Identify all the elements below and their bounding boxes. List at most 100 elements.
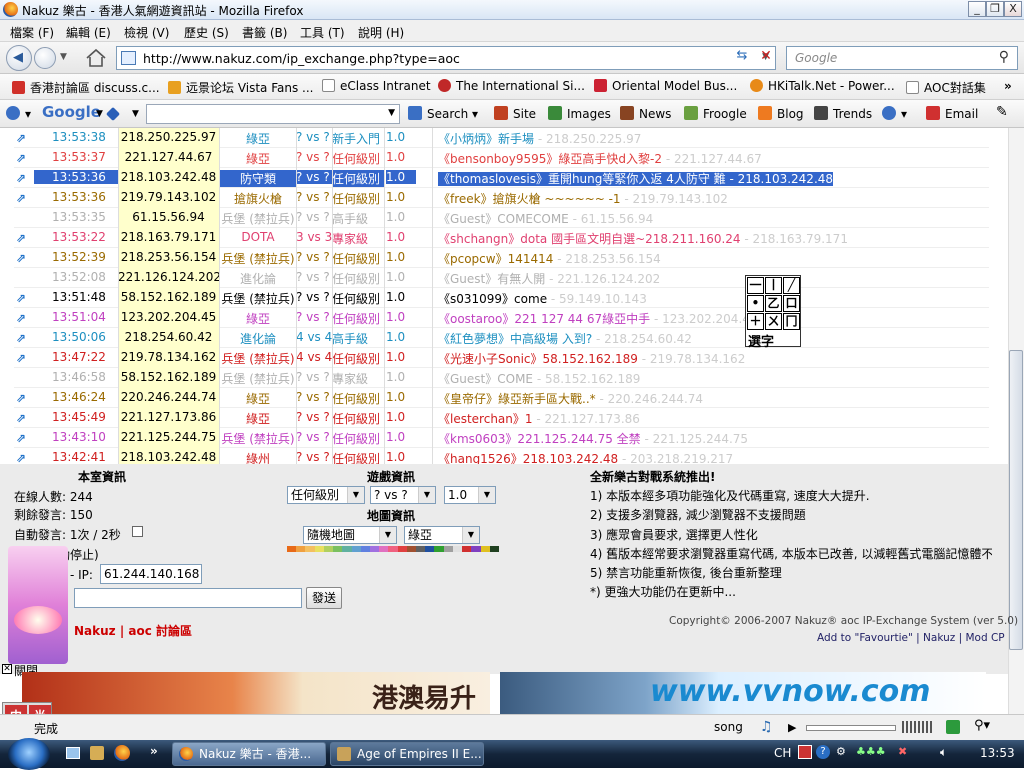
taskbar-firefox[interactable]: Nakuz 樂古 - 香港...	[172, 742, 326, 766]
table-row[interactable]: ⇗ 13:50:06 218.254.60.42 進化論 4 vs 4 高手級 1.0 《紅色…	[14, 328, 989, 348]
palette-swatch[interactable]	[406, 546, 417, 552]
info-icon[interactable]: ▾	[882, 106, 907, 121]
table-row[interactable]: ⇗ 13:51:04 123.202.204.45 綠亞 ? vs ? 任何級別 1.0 《o…	[14, 308, 989, 328]
palette-swatch[interactable]	[489, 546, 499, 552]
forward-button[interactable]	[34, 47, 56, 69]
home-button[interactable]	[84, 48, 108, 68]
diamond-icon[interactable]	[105, 106, 123, 122]
stroke-key[interactable]: 乙	[765, 295, 782, 312]
palette-swatch[interactable]	[296, 546, 306, 552]
network-error-icon[interactable]: ✖	[898, 745, 912, 759]
clock[interactable]: 13:53	[980, 746, 1015, 760]
bookmark-hkitalk[interactable]: HKiTalk.Net - Power...	[750, 79, 895, 93]
table-row[interactable]: 13:52:08 221.126.124.202 進化論 ? vs ? 任何級別 1.0 《…	[14, 268, 989, 288]
search-box[interactable]: Google ⚲	[786, 46, 1018, 70]
gtoolbar-froogle[interactable]: Froogle	[684, 106, 747, 121]
volume-icon[interactable]	[902, 721, 932, 733]
footer-links-right[interactable]: Add to "Favourtie" | Nakuz | Mod CP	[817, 632, 1005, 644]
stroke-key[interactable]: ㄨ	[765, 313, 782, 330]
palette-swatch[interactable]	[388, 546, 398, 552]
tray-messenger-icon[interactable]: ♣♣♣	[856, 745, 896, 759]
gtoolbar-site[interactable]: Site	[494, 106, 536, 121]
stroke-key[interactable]: 一	[747, 277, 764, 294]
menu-file[interactable]: 檔案 (F)	[10, 24, 54, 41]
palette-swatch[interactable]	[471, 546, 481, 552]
quicklaunch-overflow-icon[interactable]: »	[150, 744, 158, 758]
minimize-button[interactable]: _	[968, 1, 986, 17]
gtoolbar-blog[interactable]: Blog	[758, 106, 804, 121]
search-dropdown-icon[interactable]: ▼	[388, 108, 395, 118]
bookmark-vista[interactable]: 远景论坛 Vista Fans ...	[168, 79, 314, 96]
bookmark-discuss[interactable]: 香港討論區 discuss.c...	[12, 79, 160, 96]
status-green-icon[interactable]	[946, 720, 960, 734]
table-row[interactable]: ⇗ 13:53:36 218.103.242.48 防守類? vs ? 任何級別 1.0 《…	[14, 168, 989, 188]
palette-swatch[interactable]	[434, 546, 444, 552]
bookmark-oriental[interactable]: Oriental Model Bus...	[594, 79, 737, 93]
restore-button[interactable]: ❐	[986, 1, 1004, 17]
menu-bookmarks[interactable]: 書籤 (B)	[242, 24, 287, 41]
bookmark-eclass[interactable]: eClass Intranet	[322, 79, 431, 93]
palette-swatch[interactable]	[287, 546, 297, 552]
address-bar[interactable]: http://www.nakuz.com/ip_exchange.php?typ…	[116, 46, 776, 70]
table-row[interactable]: ⇗ 13:46:24 220.246.244.74 綠亞 ? vs ? 任何級別 1.0 《皇…	[14, 388, 989, 408]
advertisement-banner-left[interactable]: 港澳易升	[22, 672, 490, 714]
google-logo[interactable]: Google	[42, 103, 101, 121]
palette-swatch[interactable]	[351, 546, 361, 552]
gtoolbar-images[interactable]: Images	[548, 106, 611, 121]
mascot-widget[interactable]	[8, 546, 68, 664]
bookmark-aoc[interactable]: AOC對話集	[906, 79, 986, 96]
gtoolbar-email[interactable]: Email	[926, 106, 978, 121]
table-row[interactable]: ⇗ 13:53:37 221.127.44.67 綠亞 ? vs ? 任何級別 1.0 《be…	[14, 148, 989, 168]
select-char-label[interactable]: 選字	[748, 331, 774, 350]
menu-help[interactable]: 說明 (H)	[358, 24, 404, 41]
advertisement-banner-right[interactable]: www.vvnow.com	[500, 672, 986, 714]
stroke-key[interactable]: 冂	[783, 313, 800, 330]
stop-icon[interactable]: ✕	[756, 48, 776, 68]
start-button[interactable]	[8, 738, 50, 770]
play-icon[interactable]: ▶	[788, 721, 796, 734]
diamond-dropdown-icon[interactable]: ▼	[132, 109, 139, 119]
history-dropdown-icon[interactable]: ▼	[60, 52, 67, 62]
table-row[interactable]: 13:53:35 61.15.56.94 兵堡 (禁拉兵)? vs ? 高手級 1.0 《…	[14, 208, 989, 228]
stroke-key[interactable]: ╱	[783, 277, 800, 294]
back-button[interactable]: ◀	[6, 45, 32, 71]
palette-swatch[interactable]	[379, 546, 389, 552]
palette-swatch[interactable]	[480, 546, 490, 552]
explorer-icon[interactable]	[90, 746, 104, 760]
map-select[interactable]: 隨機地圖	[303, 526, 397, 544]
palette-swatch[interactable]	[425, 546, 435, 552]
table-row[interactable]: ⇗ 13:53:22 218.163.79.171 DOTA 3 vs 3 專家級 1.0 《…	[14, 228, 989, 248]
toolbar-options-icon[interactable]: ▾	[6, 106, 31, 121]
stroke-key[interactable]: 口	[783, 295, 800, 312]
palette-swatch[interactable]	[333, 546, 343, 552]
menu-edit[interactable]: 編輯 (E)	[66, 24, 111, 41]
menu-history[interactable]: 歷史 (S)	[184, 24, 229, 41]
stroke-key[interactable]: •	[747, 295, 764, 312]
table-row[interactable]: ⇗ 13:43:10 221.125.244.75 兵堡 (禁拉兵)? vs ? 任何級…	[14, 428, 989, 448]
color-palette[interactable]	[287, 546, 499, 552]
table-row[interactable]: ⇗ 13:45:49 221.127.173.86 綠亞 ? vs ? 任何級別 1.0 《l…	[14, 408, 989, 428]
progress-track[interactable]	[806, 725, 896, 731]
help-tray-icon[interactable]: ?	[816, 745, 830, 759]
gtoolbar-search[interactable]: Search ▾	[408, 106, 478, 121]
language-indicator[interactable]: CH	[774, 746, 791, 760]
auto-speak-checkbox[interactable]	[132, 526, 143, 537]
speaker-icon[interactable]: 🔈︎	[940, 745, 954, 759]
go-icon[interactable]: ⇆	[732, 48, 752, 68]
palette-swatch[interactable]	[416, 546, 426, 552]
table-row[interactable]: ⇗ 13:53:38 218.250.225.97 綠亞 ? vs ? 新手入門 1.0 《小…	[14, 128, 989, 148]
pencil-icon[interactable]: ✎	[996, 104, 1008, 120]
palette-swatch[interactable]	[305, 546, 315, 552]
footer-links-left[interactable]: Nakuz | aoc 討論區	[74, 622, 192, 639]
stroke-key[interactable]: ＋	[747, 313, 764, 330]
search-icon[interactable]: ⚲	[999, 49, 1009, 65]
version-select[interactable]: 1.0	[444, 486, 496, 504]
table-row[interactable]: ⇗ 13:47:22 219.78.134.162 兵堡 (禁拉兵) 4 vs 4 任何級…	[14, 348, 989, 368]
music-note-icon[interactable]: ♫	[760, 719, 773, 735]
table-row[interactable]: ⇗ 13:53:36 219.79.143.102 搶旗火槍 ? vs ? 任何級別 1.0…	[14, 188, 989, 208]
palette-swatch[interactable]	[443, 546, 453, 552]
show-desktop-icon[interactable]	[66, 747, 80, 759]
level-select[interactable]: 任何級別	[287, 486, 365, 504]
scrollbar-thumb[interactable]	[1009, 350, 1023, 650]
palette-swatch[interactable]	[397, 546, 407, 552]
